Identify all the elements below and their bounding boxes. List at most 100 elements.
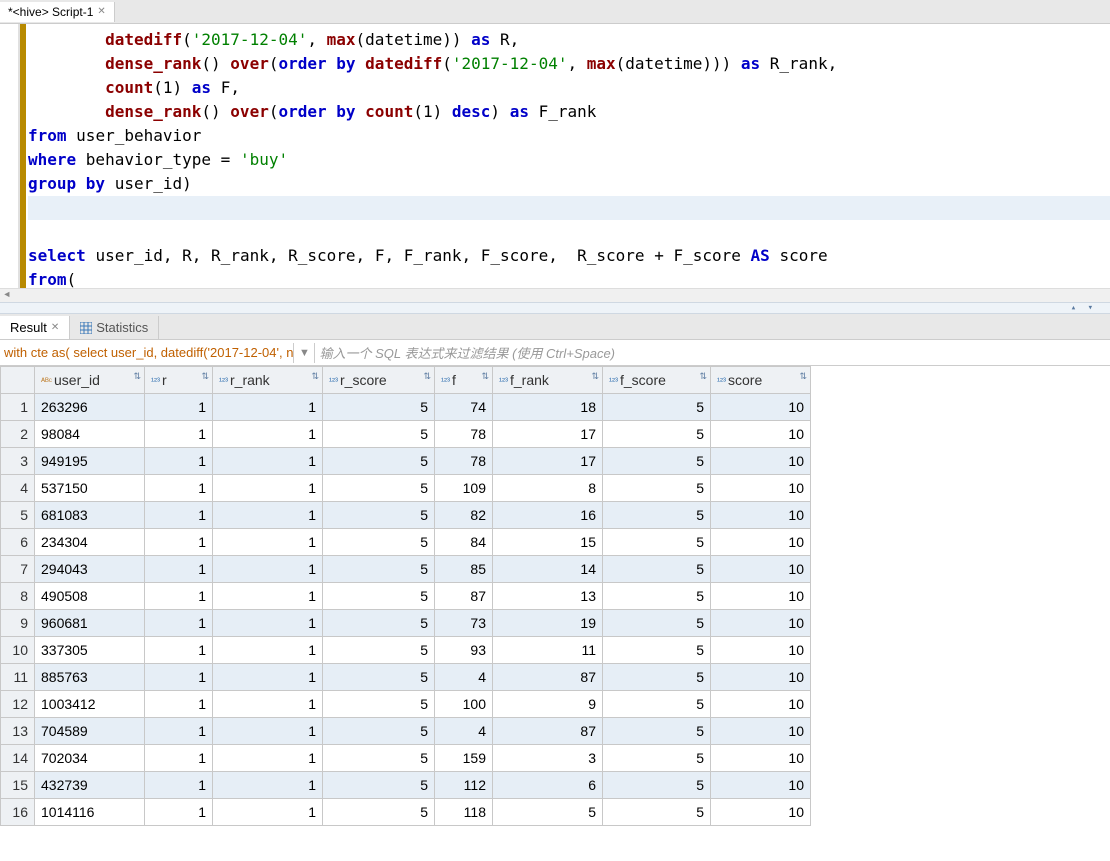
cell-f_score[interactable]: 5 <box>603 664 711 691</box>
sort-icon[interactable]: ⇅ <box>423 371 431 382</box>
cell-r_score[interactable]: 5 <box>323 556 435 583</box>
table-row[interactable]: 12632961157418510 <box>1 394 811 421</box>
column-header-f[interactable]: ¹²³f⇅ <box>435 367 493 394</box>
cell-r_rank[interactable]: 1 <box>213 421 323 448</box>
filter-input[interactable]: 输入一个 SQL 表达式来过滤结果 (使用 Ctrl+Space) <box>315 343 1110 362</box>
cell-f_rank[interactable]: 87 <box>493 718 603 745</box>
cell-user_id[interactable]: 1014116 <box>35 799 145 826</box>
cell-score[interactable]: 10 <box>711 637 811 664</box>
cell-r_score[interactable]: 5 <box>323 529 435 556</box>
cell-r_rank[interactable]: 1 <box>213 664 323 691</box>
cell-f[interactable]: 78 <box>435 421 493 448</box>
cell-user_id[interactable]: 432739 <box>35 772 145 799</box>
cell-r_rank[interactable]: 1 <box>213 583 323 610</box>
cell-r[interactable]: 1 <box>145 529 213 556</box>
cell-user_id[interactable]: 1003412 <box>35 691 145 718</box>
table-row[interactable]: 45371501151098510 <box>1 475 811 502</box>
cell-f[interactable]: 87 <box>435 583 493 610</box>
cell-r_score[interactable]: 5 <box>323 799 435 826</box>
cell-f_rank[interactable]: 14 <box>493 556 603 583</box>
cell-user_id[interactable]: 681083 <box>35 502 145 529</box>
cell-r[interactable]: 1 <box>145 583 213 610</box>
column-header-score[interactable]: ¹²³score⇅ <box>711 367 811 394</box>
cell-user_id[interactable]: 949195 <box>35 448 145 475</box>
cell-r_rank[interactable]: 1 <box>213 448 323 475</box>
table-row[interactable]: 11885763115487510 <box>1 664 811 691</box>
code-editor[interactable]: datediff('2017-12-04', max(datetime)) as… <box>0 24 1110 288</box>
sort-icon[interactable]: ⇅ <box>481 371 489 382</box>
cell-score[interactable]: 10 <box>711 529 811 556</box>
cell-user_id[interactable]: 885763 <box>35 664 145 691</box>
cell-r_rank[interactable]: 1 <box>213 799 323 826</box>
table-row[interactable]: 99606811157319510 <box>1 610 811 637</box>
cell-score[interactable]: 10 <box>711 556 811 583</box>
cell-r_rank[interactable]: 1 <box>213 556 323 583</box>
cell-f_rank[interactable]: 5 <box>493 799 603 826</box>
cell-f_score[interactable]: 5 <box>603 718 711 745</box>
cell-user_id[interactable]: 337305 <box>35 637 145 664</box>
cell-score[interactable]: 10 <box>711 610 811 637</box>
cell-r_score[interactable]: 5 <box>323 583 435 610</box>
cell-score[interactable]: 10 <box>711 421 811 448</box>
table-row[interactable]: 147020341151593510 <box>1 745 811 772</box>
cell-f_score[interactable]: 5 <box>603 475 711 502</box>
cell-r_rank[interactable]: 1 <box>213 745 323 772</box>
cell-r[interactable]: 1 <box>145 394 213 421</box>
cell-r_score[interactable]: 5 <box>323 691 435 718</box>
cell-score[interactable]: 10 <box>711 394 811 421</box>
cell-f[interactable]: 4 <box>435 718 493 745</box>
sort-icon[interactable]: ⇅ <box>591 371 599 382</box>
cell-r[interactable]: 1 <box>145 610 213 637</box>
cell-f[interactable]: 84 <box>435 529 493 556</box>
cell-f[interactable]: 78 <box>435 448 493 475</box>
result-grid-wrap[interactable]: ᴬᴮᶜuser_id⇅¹²³r⇅¹²³r_rank⇅¹²³r_score⇅¹²³… <box>0 366 1110 861</box>
cell-r_score[interactable]: 5 <box>323 718 435 745</box>
sort-icon[interactable]: ⇅ <box>799 371 807 382</box>
cell-r_rank[interactable]: 1 <box>213 772 323 799</box>
cell-r_score[interactable]: 5 <box>323 664 435 691</box>
cell-r[interactable]: 1 <box>145 421 213 448</box>
cell-f_score[interactable]: 5 <box>603 502 711 529</box>
cell-f[interactable]: 159 <box>435 745 493 772</box>
cell-r_rank[interactable]: 1 <box>213 502 323 529</box>
cell-f_rank[interactable]: 87 <box>493 664 603 691</box>
cell-score[interactable]: 10 <box>711 475 811 502</box>
cell-f_rank[interactable]: 15 <box>493 529 603 556</box>
cell-score[interactable]: 10 <box>711 583 811 610</box>
cell-r[interactable]: 1 <box>145 664 213 691</box>
cell-f_score[interactable]: 5 <box>603 799 711 826</box>
sort-icon[interactable]: ⇅ <box>201 371 209 382</box>
cell-f[interactable]: 109 <box>435 475 493 502</box>
tab-result[interactable]: Result ✕ <box>0 316 70 339</box>
cell-f_score[interactable]: 5 <box>603 745 711 772</box>
cell-r_rank[interactable]: 1 <box>213 529 323 556</box>
sort-icon[interactable]: ⇅ <box>133 371 141 382</box>
table-row[interactable]: 62343041158415510 <box>1 529 811 556</box>
cell-f[interactable]: 112 <box>435 772 493 799</box>
table-row[interactable]: 1610141161151185510 <box>1 799 811 826</box>
cell-f[interactable]: 118 <box>435 799 493 826</box>
cell-f_rank[interactable]: 19 <box>493 610 603 637</box>
cell-r_rank[interactable]: 1 <box>213 475 323 502</box>
cell-r_score[interactable]: 5 <box>323 475 435 502</box>
cell-f[interactable]: 82 <box>435 502 493 529</box>
cell-f_rank[interactable]: 8 <box>493 475 603 502</box>
cell-r_score[interactable]: 5 <box>323 637 435 664</box>
cell-score[interactable]: 10 <box>711 772 811 799</box>
tab-statistics[interactable]: Statistics <box>70 316 159 339</box>
cell-user_id[interactable]: 98084 <box>35 421 145 448</box>
cell-r[interactable]: 1 <box>145 448 213 475</box>
table-row[interactable]: 154327391151126510 <box>1 772 811 799</box>
cell-f_rank[interactable]: 13 <box>493 583 603 610</box>
code-content[interactable]: datediff('2017-12-04', max(datetime)) as… <box>26 24 1110 288</box>
cell-f_rank[interactable]: 17 <box>493 421 603 448</box>
sash-restore[interactable]: ▴ ▾ <box>0 302 1110 314</box>
cell-score[interactable]: 10 <box>711 691 811 718</box>
cell-f_score[interactable]: 5 <box>603 394 711 421</box>
column-header-r_rank[interactable]: ¹²³r_rank⇅ <box>213 367 323 394</box>
cell-r[interactable]: 1 <box>145 745 213 772</box>
editor-horizontal-scrollbar[interactable]: ◄ <box>0 288 1110 302</box>
cell-r_score[interactable]: 5 <box>323 772 435 799</box>
cell-f_score[interactable]: 5 <box>603 421 711 448</box>
cell-f[interactable]: 100 <box>435 691 493 718</box>
